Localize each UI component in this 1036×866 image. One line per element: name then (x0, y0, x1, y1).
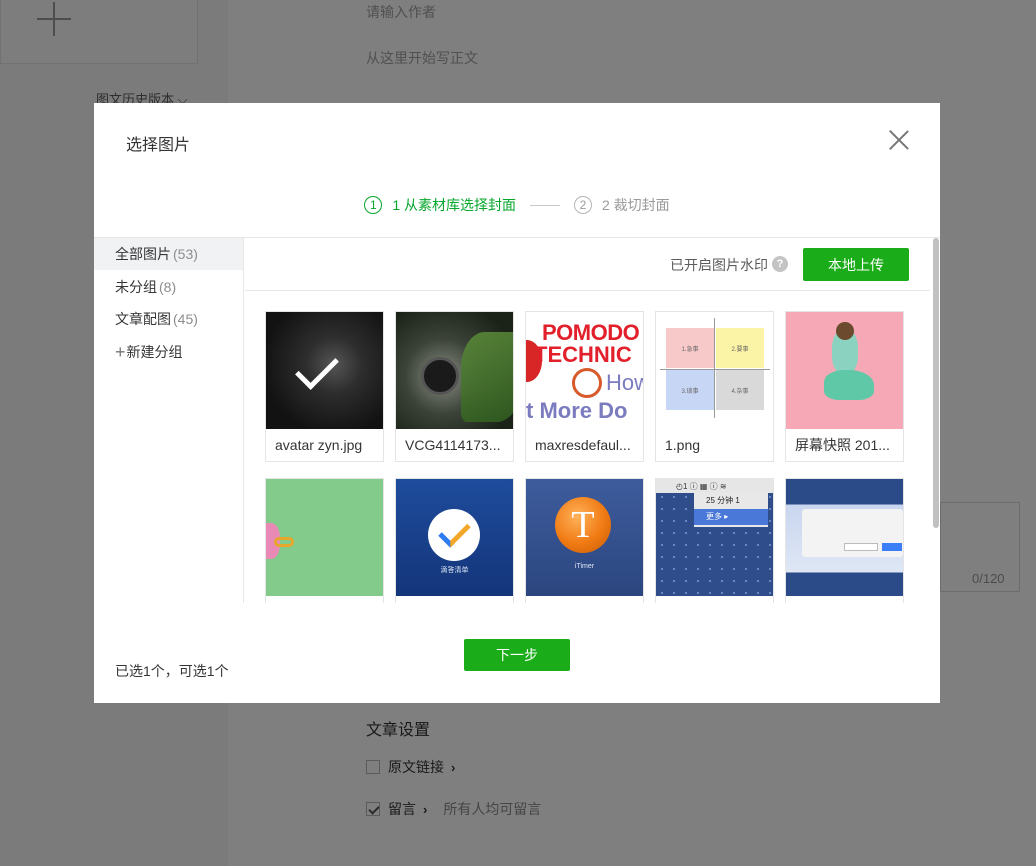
menu-popup: 25 分钟 1 更多 ▸ (694, 493, 768, 527)
image-thumbnail: ◴1 ⓘ ▦ ⓘ ≋ 25 分钟 1 更多 ▸ (656, 479, 773, 596)
step-connector (530, 204, 560, 206)
button-shape (882, 543, 902, 551)
image-card[interactable]: POMODO TECHNIC How t More Do maxresdefau… (525, 311, 644, 462)
thumb-text: TECHNIC (534, 342, 632, 367)
quadrant: 3.琐事 (666, 370, 714, 410)
thumb-text: 25 分钟 1 (706, 496, 740, 505)
image-card[interactable]: avatar zyn.jpg (265, 311, 384, 462)
thumb-text: t More Do (526, 398, 628, 423)
image-thumbnail (266, 312, 383, 429)
watermark-status: 已开启图片水印 (670, 257, 768, 273)
sidebar-item-count: (45) (173, 311, 198, 327)
image-card[interactable]: ◴1 ⓘ ▦ ⓘ ≋ 25 分钟 1 更多 ▸ (655, 478, 774, 603)
step-indicator: 1 1 从素材库选择封面 2 2 裁切封面 (94, 195, 940, 215)
image-thumbnail (266, 479, 383, 596)
sidebar-item-ungrouped[interactable]: 未分组 (8) (94, 271, 243, 303)
image-card[interactable]: 滴答清单 (395, 478, 514, 603)
scrollbar[interactable] (931, 238, 940, 603)
image-toolbar: 已开启图片水印 ? 本地上传 (245, 238, 930, 291)
image-card[interactable]: 1.急事 2.要事 3.琐事 4.杂事 1.png (655, 311, 774, 462)
sidebar-item-all-images[interactable]: 全部图片 (53) (94, 238, 243, 270)
step-2: 2 2 裁切封面 (574, 195, 670, 215)
thumb-text: iTimer (574, 563, 595, 570)
image-caption: avatar zyn.jpg (275, 437, 363, 453)
image-thumbnail (786, 479, 903, 596)
dialog-title: 选择图片 (126, 137, 191, 154)
image-card[interactable]: VCG4114173... (395, 311, 514, 462)
sidebar-item-count: (53) (173, 246, 198, 262)
image-thumbnail (786, 312, 903, 429)
thumb-text: ◴1 ⓘ ▦ ⓘ ≋ (656, 479, 773, 493)
step-1-label: 1 从素材库选择封面 (392, 197, 516, 213)
image-caption (656, 596, 773, 603)
image-thumbnail (396, 312, 513, 429)
sidebar-item-label: 文章配图 (115, 311, 171, 327)
help-icon[interactable]: ? (772, 256, 788, 272)
step-1: 1 1 从素材库选择封面 (364, 195, 516, 215)
image-grid-scroll[interactable]: avatar zyn.jpg VCG4114173... POMODO TECH… (245, 292, 930, 603)
step-1-number: 1 (364, 196, 383, 214)
sidebar-item-count: (8) (159, 278, 177, 295)
ticktick-logo-icon (428, 509, 480, 561)
step-2-number: 2 (574, 196, 592, 214)
button-shape (844, 543, 878, 551)
itimer-logo-icon: T (555, 497, 611, 553)
step-2-label: 2 裁切封面 (602, 197, 670, 213)
image-thumbnail: T iTimer (526, 479, 643, 596)
image-card[interactable] (785, 478, 904, 603)
head-shape (836, 322, 854, 340)
image-grid: avatar zyn.jpg VCG4114173... POMODO TECH… (265, 311, 904, 603)
image-caption: VCG4114173... (405, 437, 501, 453)
image-card[interactable] (265, 478, 384, 603)
image-caption (526, 596, 643, 603)
next-step-button[interactable]: 下一步 (464, 639, 570, 671)
image-caption: maxresdefaul... (535, 437, 631, 453)
close-icon[interactable] (888, 129, 910, 151)
sidebar-item-label: 全部图片 (115, 246, 171, 262)
glasses-shape (274, 537, 294, 547)
quadrant: 1.急事 (666, 328, 714, 368)
new-group-label: 新建分组 (126, 343, 183, 360)
image-caption (396, 596, 513, 603)
image-caption: 1.png (665, 437, 701, 453)
quadrant: 2.要事 (716, 328, 764, 368)
alarm-clock-icon (572, 368, 602, 398)
select-image-dialog: 选择图片 1 1 从素材库选择封面 2 2 裁切封面 全部图片 (53) 未分组… (94, 103, 940, 703)
scooter-shape (824, 370, 874, 400)
image-caption (786, 596, 903, 603)
image-card[interactable]: 屏幕快照 201... (785, 311, 904, 462)
selection-count: 已选1个，可选1个 (115, 663, 229, 679)
image-thumbnail: 1.急事 2.要事 3.琐事 4.杂事 (656, 312, 773, 429)
record-shape (421, 357, 459, 395)
sidebar-item-article-images[interactable]: 文章配图 (45) (94, 303, 243, 335)
axis-line (660, 369, 770, 370)
image-thumbnail: POMODO TECHNIC How t More Do (526, 312, 643, 429)
fern-shape (461, 332, 513, 422)
quadrant: 4.杂事 (716, 370, 764, 410)
image-card[interactable]: T iTimer (525, 478, 644, 603)
axis-line (714, 318, 715, 418)
sidebar-item-label: 未分组 (115, 278, 157, 295)
thumb-text: 滴答清单 (440, 567, 469, 574)
new-group-button[interactable]: + 新建分组 (94, 336, 243, 368)
group-sidebar: 全部图片 (53) 未分组 (8) 文章配图 (45) + 新建分组 (94, 238, 244, 603)
image-caption (266, 596, 383, 603)
image-caption: 屏幕快照 201... (795, 437, 890, 453)
local-upload-button[interactable]: 本地上传 (803, 248, 909, 281)
scrollbar-thumb[interactable] (933, 238, 939, 528)
plus-icon: + (115, 341, 126, 362)
thumb-text: How (606, 370, 643, 395)
image-thumbnail: 滴答清单 (396, 479, 513, 596)
thumb-text: 更多 ▸ (694, 509, 768, 525)
